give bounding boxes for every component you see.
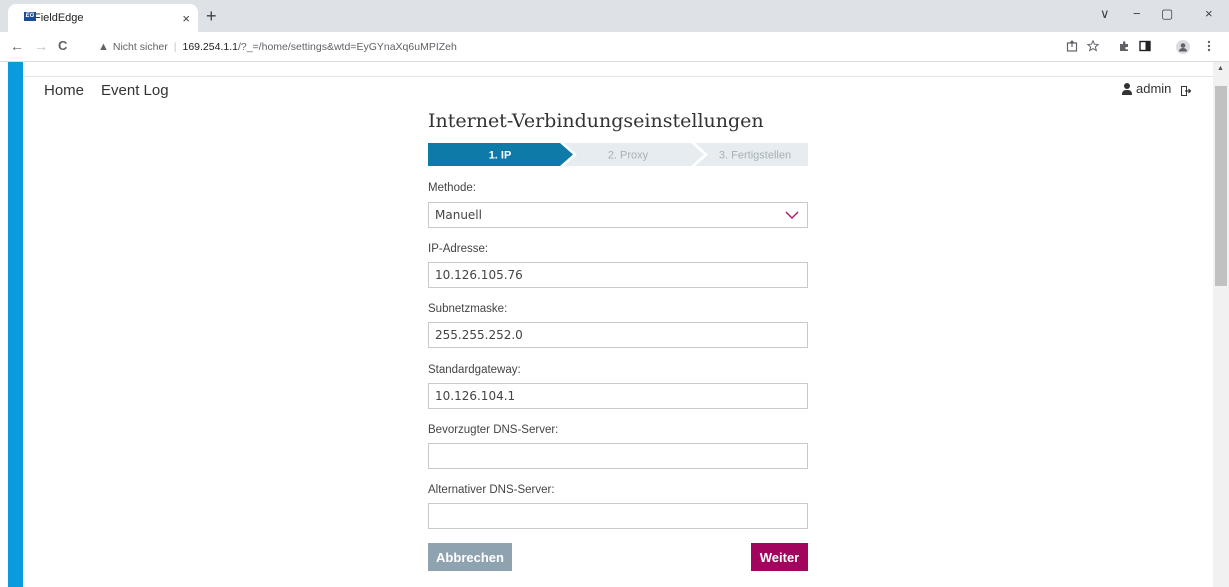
nav-event-log-link[interactable]: Event Log [101,82,169,99]
url-path: /?_=/home/settings&wtd=EyGYnaXq6uMPIZeh [237,41,457,53]
gateway-label: Standardgateway: [428,364,521,376]
share-icon[interactable] [1066,40,1078,52]
reload-button[interactable]: C [58,39,67,53]
gateway-field[interactable]: 10.126.104.1 [428,383,808,409]
step-1-label: 1. IP [489,150,512,162]
alternate-dns-label: Alternativer DNS-Server: [428,484,555,496]
warning-icon: ▲ [98,41,109,53]
alternate-dns-field[interactable] [428,503,808,529]
ip-address-value: 10.126.105.76 [435,268,523,282]
header-divider [23,76,1213,77]
chevron-down-icon [785,211,799,219]
method-value: Manuell [435,208,482,222]
subnet-mask-field[interactable]: 255.255.252.0 [428,322,808,348]
url-host: 169.254.1.1 [182,41,238,53]
wizard-stepper: 1. IP 2. Proxy 3. Fertigstellen [428,143,808,166]
forward-button[interactable]: → [34,39,48,53]
user-name: admin [1136,81,1172,96]
logout-icon[interactable] [1181,86,1191,96]
preferred-dns-field[interactable] [428,443,808,469]
scroll-up-arrow-icon[interactable]: ▲ [1217,65,1224,72]
minimize-button[interactable]: − [1133,6,1141,21]
tab-title: FieldEdge [34,12,84,24]
left-accent-bar [8,62,23,587]
method-select[interactable]: Manuell [428,202,808,228]
tab-search-icon[interactable]: ∨ [1100,6,1110,22]
extensions-icon[interactable] [1118,40,1130,52]
gateway-value: 10.126.104.1 [435,389,516,403]
new-tab-button[interactable]: + [206,7,217,25]
scrollbar-thumb[interactable] [1215,86,1227,286]
url-separator: | [173,41,177,53]
tab-close-icon[interactable]: × [182,11,190,26]
ip-address-label: IP-Adresse: [428,243,489,255]
ip-address-field[interactable]: 10.126.105.76 [428,262,808,288]
nav-home-link[interactable]: Home [44,82,84,99]
sidepanel-icon[interactable] [1139,40,1151,52]
browser-tab-strip: EG FieldEdge × + ∨ − ▢ × [0,0,1229,32]
fieldedge-favicon-icon: EG [24,12,36,21]
browser-toolbar: ← → C ▲ Nicht sicher | 169.254.1.1 /?_=/… [0,32,1229,62]
step-3-label: 3. Fertigstellen [719,150,791,162]
subnet-mask-label: Subnetzmaske: [428,303,508,315]
bookmark-star-icon[interactable] [1087,40,1099,52]
next-button[interactable]: Weiter [751,543,808,571]
step-2-label: 2. Proxy [608,150,649,162]
subnet-mask-value: 255.255.252.0 [435,328,523,342]
security-status: Nicht sicher [112,41,168,53]
back-button[interactable]: ← [10,39,24,53]
user-menu[interactable]: admin [1122,81,1171,96]
maximize-button[interactable]: ▢ [1161,6,1173,22]
page-title: Internet-Verbindungseinstellungen [428,110,764,132]
menu-icon[interactable] [1207,40,1211,52]
address-bar[interactable]: ▲ Nicht sicher | 169.254.1.1 /?_=/home/s… [98,38,457,56]
profile-avatar[interactable] [1176,40,1190,54]
cancel-button[interactable]: Abbrechen [428,543,512,571]
close-window-button[interactable]: × [1205,6,1213,21]
page-content: Home Event Log admin Internet-Verbindung… [0,62,1229,587]
profile-icon [1178,43,1188,52]
user-icon [1122,82,1132,95]
preferred-dns-label: Bevorzugter DNS-Server: [428,424,559,436]
browser-tab[interactable]: EG FieldEdge × [8,4,198,32]
method-label: Methode: [428,182,476,194]
